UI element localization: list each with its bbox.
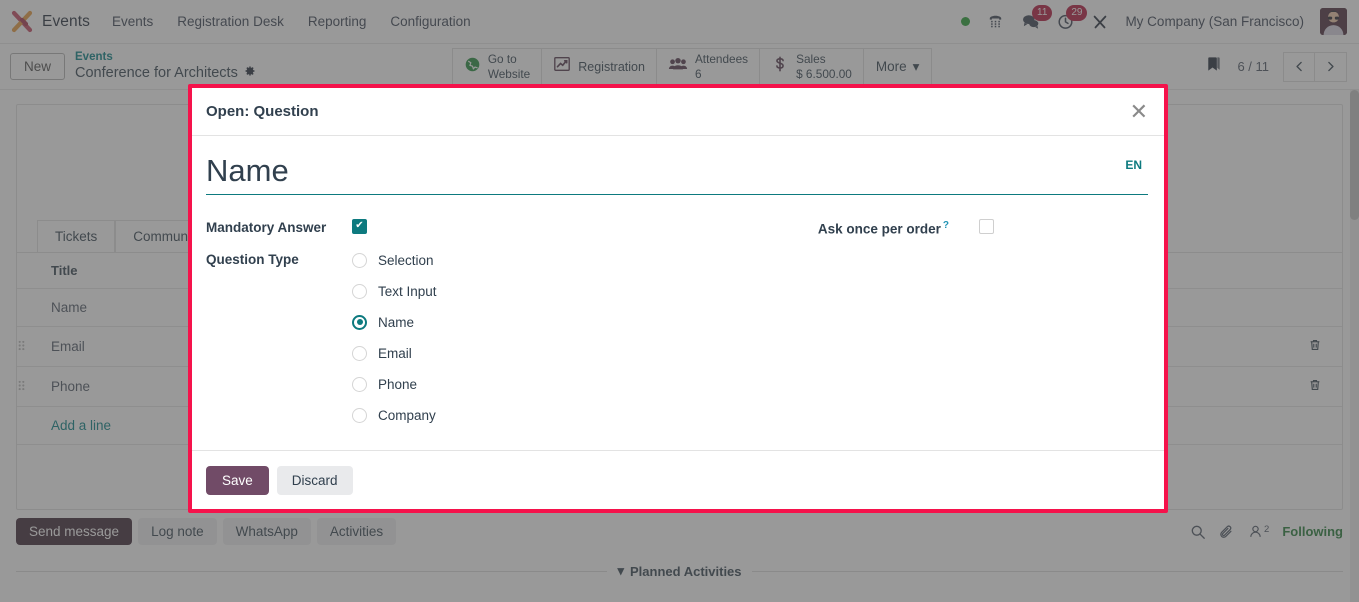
- question-dialog: Open: Question ✕ EN Mandatory Answer Que…: [188, 84, 1168, 513]
- radio-label: Selection: [378, 252, 434, 268]
- ask-once-per-order-checkbox[interactable]: [979, 218, 994, 234]
- radio-option-phone[interactable]: Phone: [352, 376, 437, 392]
- radio-label: Email: [378, 345, 412, 361]
- ask-once-text: Ask once per order: [817, 221, 941, 237]
- field-mandatory-answer: Mandatory Answer: [206, 218, 677, 235]
- radio-option-selection[interactable]: Selection: [352, 252, 437, 268]
- radio-icon-selected[interactable]: [352, 314, 367, 330]
- question-title-field: EN: [206, 152, 1148, 201]
- radio-icon[interactable]: [352, 252, 367, 268]
- question-type-label: Question Type: [206, 251, 299, 267]
- save-button[interactable]: Save: [206, 465, 269, 495]
- dialog-header: Open: Question ✕: [192, 88, 1164, 136]
- field-ask-once-per-order: Ask once per order?: [677, 218, 1148, 239]
- form-column-right: Ask once per order?: [677, 218, 1148, 439]
- close-icon[interactable]: ✕: [1130, 100, 1148, 123]
- question-type-radio-group: Selection Text Input Name Email Phone Co…: [352, 251, 437, 423]
- help-icon[interactable]: ?: [943, 220, 949, 231]
- radio-icon[interactable]: [352, 283, 367, 299]
- discard-button[interactable]: Discard: [276, 465, 353, 495]
- ask-once-per-order-label: Ask once per order?: [677, 219, 949, 237]
- radio-icon[interactable]: [352, 345, 367, 361]
- dialog-title: Open: Question: [206, 103, 319, 120]
- radio-option-email[interactable]: Email: [352, 345, 437, 361]
- field-question-type: Question Type Selection Text Input Name …: [206, 251, 677, 423]
- title-underline: [206, 193, 1148, 195]
- radio-option-name[interactable]: Name: [352, 314, 437, 330]
- radio-label: Name: [378, 314, 415, 330]
- radio-option-company[interactable]: Company: [352, 407, 437, 423]
- radio-icon[interactable]: [352, 376, 367, 392]
- language-badge[interactable]: EN: [1125, 158, 1142, 172]
- screen: Events Events Registration Desk Reportin…: [0, 0, 1359, 602]
- dialog-body: EN Mandatory Answer Question Type: [192, 136, 1164, 450]
- dialog-footer: Save Discard: [192, 450, 1164, 509]
- question-name-input[interactable]: [206, 152, 1054, 190]
- radio-option-text-input[interactable]: Text Input: [352, 283, 437, 299]
- mandatory-answer-label: Mandatory Answer: [206, 219, 327, 235]
- mandatory-answer-checkbox[interactable]: [352, 218, 367, 234]
- radio-label: Text Input: [378, 283, 437, 299]
- form-grid: Mandatory Answer Question Type Selection: [206, 218, 1148, 439]
- form-column-left: Mandatory Answer Question Type Selection: [206, 218, 677, 439]
- ask-once-checkbox-wrap: [979, 218, 994, 239]
- radio-label: Company: [378, 407, 436, 423]
- radio-icon[interactable]: [352, 407, 367, 423]
- radio-label: Phone: [378, 376, 418, 392]
